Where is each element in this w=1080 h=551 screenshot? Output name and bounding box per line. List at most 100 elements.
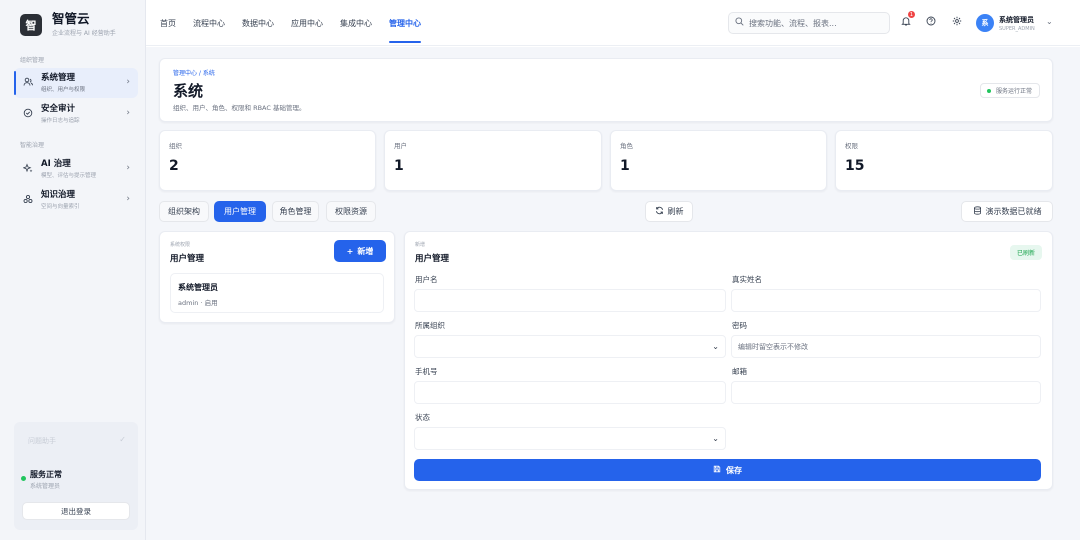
demo-data-ready-button[interactable]: 演示数据已就绪: [961, 201, 1053, 222]
password-field[interactable]: [731, 335, 1041, 358]
sidebar-item-label: AI 治理: [41, 159, 71, 169]
settings-button[interactable]: [949, 14, 965, 30]
realname-input[interactable]: [732, 290, 1040, 311]
chevron-down-icon: ⌄: [712, 434, 719, 443]
email-input[interactable]: [732, 382, 1040, 403]
user-form-card: 新增 用户管理 已刷新 用户名 真实姓名 所属组织 ⌄ 密码 手机号 邮箱 状态…: [404, 231, 1053, 490]
sidebar: 智 智管云 企业流程与 AI 经营助手 组织管理 系统管理 组织、用户与权限 ›…: [0, 0, 146, 540]
stat-card-org: 组织 2: [159, 130, 376, 191]
sidebar-item-sub: 空间与向量索引: [41, 204, 80, 210]
add-user-button[interactable]: + 新增: [334, 240, 386, 262]
email-field[interactable]: [731, 381, 1041, 404]
list-item[interactable]: 系统管理员 admin · 启用: [170, 273, 384, 313]
stat-value: 2: [169, 158, 179, 174]
search-icon: [735, 17, 744, 29]
sidebar-item-knowledge[interactable]: 知识治理 空间与向量索引 ›: [14, 185, 138, 215]
main-content: 管理中心 / 系统 系统 组织、用户、角色、权限和 RBAC 基础管理。 服务运…: [146, 47, 1080, 540]
breadcrumb[interactable]: 管理中心 / 系统: [173, 68, 215, 77]
notification-badge: 1: [908, 11, 915, 18]
user-list-card: 系统权限 用户管理 + 新增 系统管理员 admin · 启用: [159, 231, 395, 323]
search-box[interactable]: [728, 12, 890, 34]
stat-value: 15: [845, 158, 865, 174]
status-dot: [21, 476, 26, 481]
card-title: 用户管理: [170, 254, 205, 264]
refresh-label: 刷新: [667, 207, 684, 216]
sidebar-section-ai: 智能治理: [20, 142, 45, 149]
phone-input[interactable]: [415, 382, 725, 403]
sidebar-item-audit[interactable]: 安全审计 操作日志与追踪 ›: [14, 99, 138, 129]
username-field[interactable]: [414, 289, 726, 312]
service-status-sub: 系统管理员: [30, 483, 61, 490]
chevron-right-icon: ›: [126, 163, 130, 173]
sidebar-item-system[interactable]: 系统管理 组织、用户与权限 ›: [14, 68, 138, 98]
topbar: 首页 流程中心 数据中心 应用中心 集成中心 管理中心 1 系 系统管理员 SU…: [146, 0, 1080, 46]
stat-value: 1: [620, 158, 630, 174]
realname-label: 真实姓名: [732, 275, 762, 284]
plus-icon: +: [346, 246, 354, 256]
brand[interactable]: 智 智管云 企业流程与 AI 经营助手: [20, 12, 116, 37]
password-label: 密码: [732, 321, 747, 330]
gear-icon: [952, 16, 962, 29]
refreshed-badge: 已刷新: [1010, 245, 1042, 260]
check-icon: ✓: [119, 435, 126, 444]
org-select[interactable]: ⌄: [414, 335, 726, 358]
chevron-down-icon[interactable]: ⌄: [1046, 17, 1053, 26]
email-label: 邮箱: [732, 367, 747, 376]
tab-org-structure[interactable]: 组织架构: [159, 201, 209, 222]
stat-label: 组织: [169, 142, 182, 150]
topnav-process[interactable]: 流程中心: [193, 0, 225, 46]
sidebar-item-label: 安全审计: [41, 104, 76, 114]
stat-label: 用户: [394, 142, 407, 150]
stat-card-permissions: 权限 15: [835, 130, 1053, 191]
sidebar-item-sub: 模型、评估与提示管理: [41, 173, 97, 179]
search-input[interactable]: [749, 18, 879, 28]
topnav-integration[interactable]: 集成中心: [340, 0, 372, 46]
topnav-apps[interactable]: 应用中心: [291, 0, 323, 46]
phone-field[interactable]: [414, 381, 726, 404]
phone-label: 手机号: [415, 367, 438, 376]
status-label: 状态: [415, 413, 430, 422]
sidebar-item-ai[interactable]: AI 治理 模型、评估与提示管理 ›: [14, 154, 138, 184]
demo-data-label: 演示数据已就绪: [985, 207, 1042, 216]
brand-name: 智管云: [52, 11, 90, 26]
logout-button[interactable]: 退出登录: [22, 502, 130, 520]
service-status-title: 服务正常: [30, 470, 62, 479]
sidebar-item-sub: 组织、用户与权限: [41, 87, 86, 93]
user-item-meta: admin · 启用: [178, 299, 218, 307]
password-input[interactable]: [732, 336, 1040, 357]
assistant-label: 问题助手: [28, 437, 56, 445]
user-name[interactable]: 系统管理员: [999, 15, 1034, 25]
tab-role-management[interactable]: 角色管理: [272, 201, 319, 222]
status-select[interactable]: ⌄: [414, 427, 726, 450]
notification-button[interactable]: 1: [898, 11, 915, 30]
topnav-home[interactable]: 首页: [160, 0, 176, 46]
sidebar-item-label: 系统管理: [41, 73, 76, 83]
stat-label: 权限: [845, 142, 858, 150]
users-icon: [20, 77, 36, 90]
username-input[interactable]: [415, 290, 725, 311]
save-label: 保存: [726, 465, 742, 475]
avatar[interactable]: 系: [976, 14, 994, 32]
service-status-badge: 服务运行正常: [979, 83, 1040, 98]
save-button[interactable]: 保存: [414, 459, 1041, 481]
tab-user-management[interactable]: 用户管理: [214, 201, 266, 222]
realname-field[interactable]: [731, 289, 1041, 312]
help-icon: [926, 16, 936, 29]
stat-card-users: 用户 1: [384, 130, 602, 191]
page-description: 组织、用户、角色、权限和 RBAC 基础管理。: [173, 104, 306, 112]
card-small-label: 系统权限: [170, 242, 191, 248]
topnav-data[interactable]: 数据中心: [242, 0, 274, 46]
sidebar-item-label: 知识治理: [41, 190, 76, 200]
refresh-button[interactable]: 刷新: [645, 201, 693, 222]
add-label: 新增: [357, 246, 374, 256]
help-button[interactable]: [923, 14, 939, 30]
chevron-down-icon: ⌄: [712, 342, 719, 351]
status-dot: [986, 88, 991, 93]
topnav-admin[interactable]: 管理中心: [389, 0, 421, 46]
logo: 智: [20, 13, 42, 36]
tab-permission-resources[interactable]: 权限资源: [326, 201, 376, 222]
sidebar-footer: 问题助手 ✓ 服务正常 系统管理员 退出登录: [14, 422, 138, 530]
user-item-name: 系统管理员: [178, 283, 218, 292]
stat-label: 角色: [620, 142, 633, 150]
user-role: SUPER_ADMIN: [999, 26, 1035, 32]
